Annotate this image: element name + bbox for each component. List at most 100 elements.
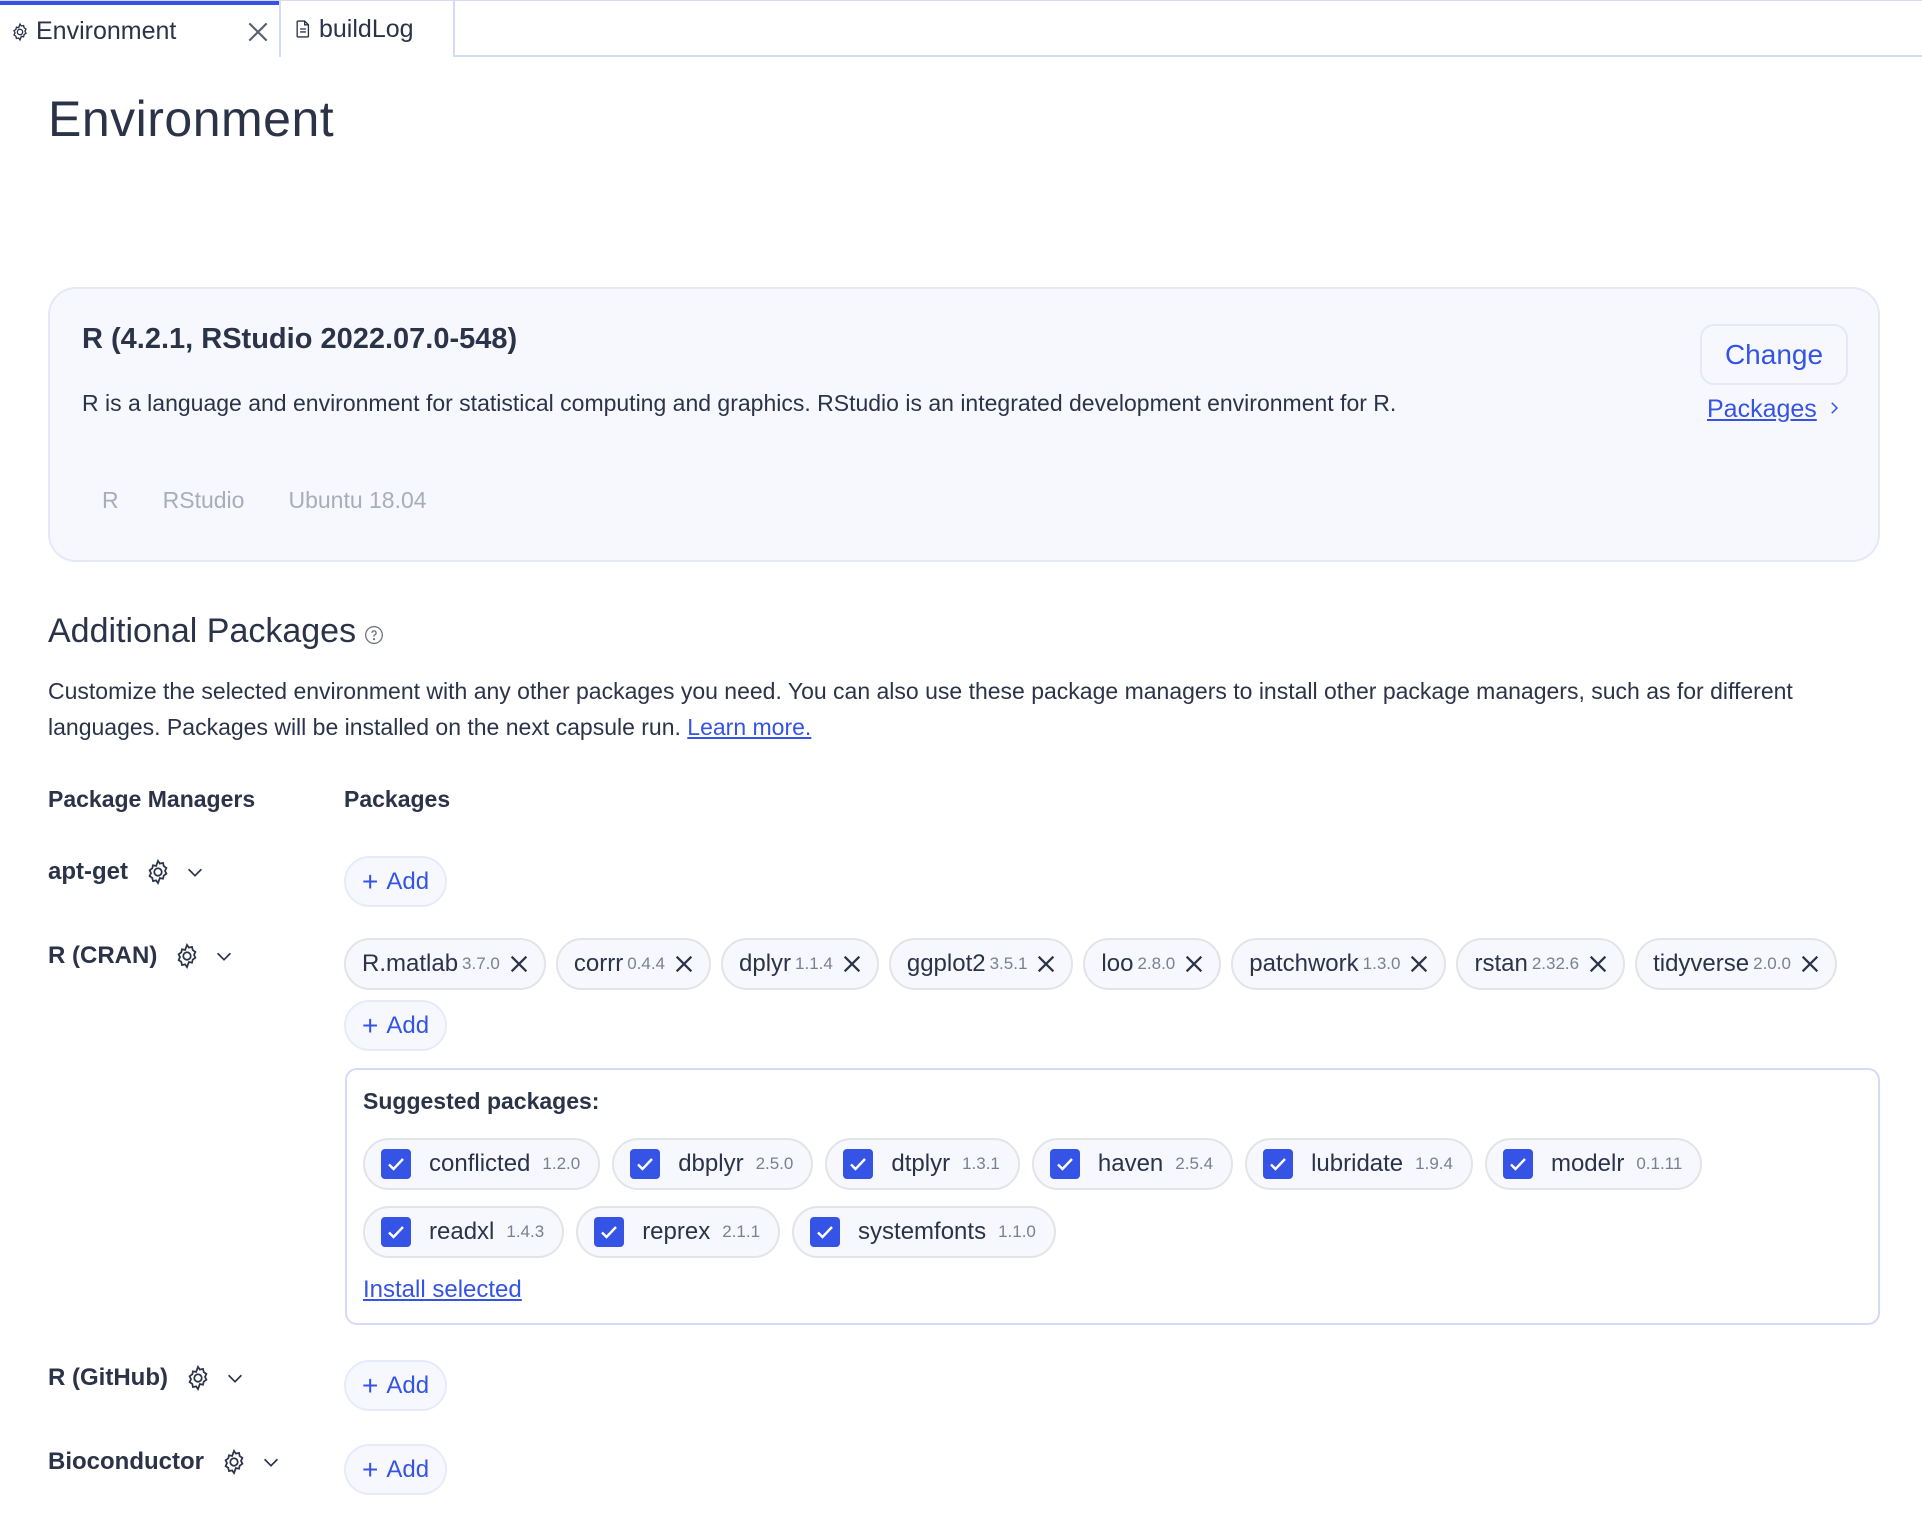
manager-name: Bioconductor	[48, 1448, 204, 1475]
remove-icon[interactable]	[508, 953, 530, 975]
package-name: patchwork	[1249, 950, 1359, 977]
checkbox-checked-icon[interactable]	[381, 1217, 411, 1247]
chevron-down-icon[interactable]	[213, 945, 235, 967]
checkbox-checked-icon[interactable]	[1049, 1149, 1080, 1179]
change-environment-button[interactable]: Change	[1700, 324, 1848, 385]
package-version: 1.4.3	[506, 1222, 545, 1241]
add-package-button[interactable]: + Add	[344, 1444, 448, 1495]
environment-tag: R	[102, 487, 119, 513]
package-version: 2.1.1	[722, 1222, 761, 1241]
manager-name: R (CRAN)	[48, 942, 158, 969]
checkbox-checked-icon[interactable]	[843, 1149, 874, 1179]
checkbox-checked-icon[interactable]	[381, 1149, 411, 1179]
package-name: haven	[1097, 1150, 1164, 1177]
package-name: dtplyr	[891, 1150, 951, 1177]
suggested-package-chip[interactable]: conflicted 1.2.0	[363, 1138, 601, 1190]
package-version: 2.0.0	[1753, 954, 1791, 973]
add-package-button[interactable]: + Add	[344, 1360, 448, 1411]
suggested-package-chip[interactable]: systemfonts 1.1.0	[792, 1206, 1056, 1258]
package-version: 1.3.0	[1362, 954, 1401, 973]
tab-label: Environment	[36, 17, 177, 45]
gear-icon	[10, 22, 30, 42]
tab-environment[interactable]: Environment	[0, 1, 279, 58]
checkbox-checked-icon[interactable]	[810, 1217, 841, 1247]
environment-tags: R RStudio Ubuntu 18.04	[102, 487, 427, 514]
add-package-button[interactable]: + Add	[344, 1000, 448, 1051]
remove-icon[interactable]	[1183, 953, 1205, 975]
chevron-down-icon[interactable]	[260, 1451, 282, 1473]
remove-icon[interactable]	[1035, 953, 1057, 975]
learn-more-link[interactable]: Learn more.	[687, 714, 811, 740]
plus-icon: +	[362, 1009, 379, 1041]
remove-icon[interactable]	[841, 953, 863, 975]
add-label: Add	[386, 1371, 430, 1399]
suggested-package-chip[interactable]: dtplyr 1.3.1	[825, 1138, 1020, 1190]
package-name: systemfonts	[858, 1218, 987, 1245]
package-chip: R.matlab 3.7.0	[344, 938, 546, 990]
remove-icon[interactable]	[1408, 953, 1430, 975]
package-name: reprex	[642, 1218, 711, 1245]
gear-icon[interactable]	[144, 858, 172, 886]
suggested-package-chip[interactable]: haven 2.5.4	[1031, 1138, 1234, 1190]
packages-header: Packages	[344, 786, 451, 812]
packages-link[interactable]: Packages	[1707, 395, 1843, 424]
remove-icon[interactable]	[673, 953, 695, 975]
package-version: 3.7.0	[462, 954, 500, 973]
tab-buildlog[interactable]: buildLog	[279, 1, 455, 57]
package-chip: dplyr 1.1.4	[721, 938, 879, 990]
file-icon	[293, 19, 313, 39]
suggested-package-chip[interactable]: readxl 1.4.3	[363, 1206, 565, 1258]
manager-apt-get: apt-get	[48, 858, 206, 886]
package-version: 3.5.1	[989, 954, 1028, 973]
add-label: Add	[386, 867, 430, 895]
gear-icon[interactable]	[184, 1364, 212, 1392]
package-chip: rstan 2.32.6	[1456, 938, 1626, 990]
chevron-down-icon[interactable]	[184, 861, 206, 883]
checkbox-checked-icon[interactable]	[1502, 1149, 1533, 1179]
help-icon[interactable]	[364, 625, 384, 645]
remove-icon[interactable]	[1587, 953, 1609, 975]
additional-packages-heading: Additional Packages	[48, 612, 384, 651]
manager-r-github: R (GitHub)	[48, 1364, 246, 1392]
checkbox-checked-icon[interactable]	[594, 1217, 625, 1247]
add-package-button[interactable]: + Add	[344, 856, 448, 907]
install-selected-link[interactable]: Install selected	[363, 1276, 522, 1304]
package-name: ggplot2	[906, 950, 986, 977]
package-name: dplyr	[739, 950, 792, 977]
suggested-package-chip[interactable]: dbplyr 2.5.0	[612, 1138, 814, 1190]
environment-card: R (4.2.1, RStudio 2022.07.0-548) R is a …	[48, 287, 1880, 562]
page-title: Environment	[48, 91, 335, 147]
environment-tag: RStudio	[162, 487, 245, 513]
add-label: Add	[386, 1011, 430, 1039]
package-name: readxl	[429, 1218, 495, 1245]
packages-link-label: Packages	[1707, 395, 1817, 423]
package-name: corrr	[573, 950, 624, 977]
package-version: 0.1.11	[1636, 1154, 1683, 1173]
package-name: modelr	[1550, 1150, 1625, 1177]
checkbox-checked-icon[interactable]	[630, 1149, 661, 1179]
package-version: 1.1.4	[795, 954, 833, 973]
tab-bar: Environment buildLog	[0, 0, 1922, 58]
close-tab-icon[interactable]	[245, 19, 271, 45]
package-version: 2.32.6	[1531, 954, 1580, 973]
manager-name: R (GitHub)	[48, 1364, 168, 1391]
package-managers-header: Package Managers	[48, 786, 256, 812]
package-chip: corrr 0.4.4	[555, 938, 711, 990]
manager-r-cran: R (CRAN)	[48, 942, 235, 970]
checkbox-checked-icon[interactable]	[1263, 1149, 1294, 1179]
package-name: lubridate	[1311, 1150, 1404, 1177]
chevron-down-icon[interactable]	[224, 1367, 246, 1389]
suggested-title: Suggested packages:	[363, 1088, 600, 1114]
suggested-package-chip[interactable]: reprex 2.1.1	[576, 1206, 781, 1258]
plus-icon: +	[362, 865, 379, 897]
suggested-package-chip[interactable]: modelr 0.1.11	[1484, 1138, 1703, 1190]
package-version: 1.1.0	[998, 1222, 1036, 1241]
package-chip: tidyverse 2.0.0	[1635, 938, 1837, 990]
environment-tag: Ubuntu 18.04	[288, 487, 427, 513]
suggested-package-chip[interactable]: lubridate 1.9.4	[1245, 1138, 1473, 1190]
manager-bioconductor: Bioconductor	[48, 1448, 282, 1476]
gear-icon[interactable]	[220, 1448, 248, 1476]
remove-icon[interactable]	[1799, 953, 1821, 975]
gear-icon[interactable]	[173, 942, 201, 970]
suggested-packages-panel: Suggested packages: conflicted 1.2.0 dbply…	[345, 1068, 1880, 1325]
